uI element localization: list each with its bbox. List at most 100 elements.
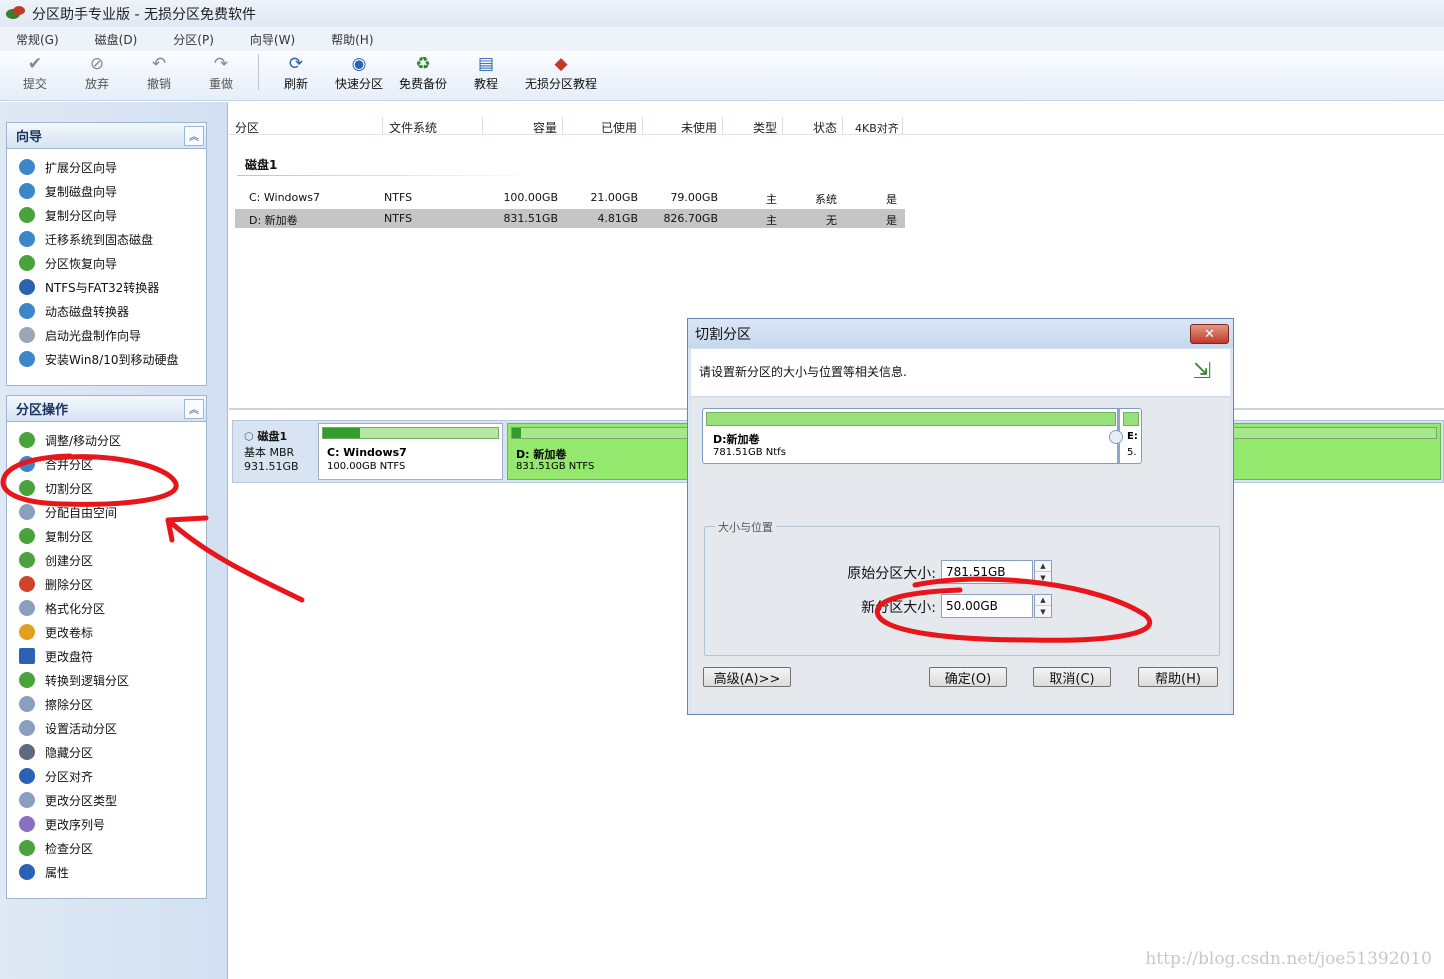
lossless-tutorial-button[interactable]: ◆ 无损分区教程	[525, 54, 597, 92]
close-button[interactable]: ✕	[1190, 324, 1229, 344]
table-row[interactable]: C: Windows7 NTFS 100.00GB 21.00GB 79.00G…	[235, 188, 905, 207]
spin-down-icon[interactable]: ▼	[1035, 572, 1051, 583]
wizard-item[interactable]: 扩展分区向导	[19, 155, 206, 179]
original-size-row: 原始分区大小: ▲ ▼	[705, 560, 1221, 584]
menu-wizard[interactable]: 向导(W)	[240, 31, 305, 48]
menu-partition[interactable]: 分区(P)	[163, 31, 224, 48]
wizard-item[interactable]: 分区恢复向导	[19, 251, 206, 275]
original-size-input[interactable]	[941, 560, 1033, 584]
wizard-box: 向导 ︽ 扩展分区向导 复制磁盘向导 复制分区向导 迁移系统到固态磁盘 分区恢复…	[6, 122, 207, 386]
dialog-disk-map: D:新加卷 781.51GB Ntfs E: 5.	[702, 408, 1142, 464]
col-partition[interactable]: 分区	[235, 119, 259, 136]
col-type[interactable]: 类型	[753, 119, 777, 136]
op-item[interactable]: 复制分区	[19, 524, 206, 548]
check-icon: ✔	[27, 54, 43, 74]
toolbar: ✔ 提交 ⊘ 放弃 ↶ 撤销 ↷ 重做 ⟳ 刷新 ◉ 快速分区 ♻ 免费备份 ▤…	[0, 51, 1444, 101]
dialog-title-bar[interactable]: 切割分区	[688, 319, 1233, 348]
new-size-stepper[interactable]: ▲ ▼	[1034, 594, 1052, 618]
op-item[interactable]: 格式化分区	[19, 596, 206, 620]
wizard-item[interactable]: 复制分区向导	[19, 203, 206, 227]
op-item[interactable]: 分区对齐	[19, 764, 206, 788]
menu-general[interactable]: 常规(G)	[6, 31, 69, 48]
wizard-icon	[19, 183, 35, 199]
op-icon	[19, 504, 35, 520]
wizard-item[interactable]: 动态磁盘转换器	[19, 299, 206, 323]
help-button[interactable]: 帮助(H)	[1138, 667, 1218, 687]
partition-ops-header[interactable]: 分区操作 ︽	[7, 396, 206, 422]
op-item[interactable]: 更改分区类型	[19, 788, 206, 812]
wizard-item[interactable]: 复制磁盘向导	[19, 179, 206, 203]
op-icon	[19, 600, 35, 616]
wizard-list: 扩展分区向导 复制磁盘向导 复制分区向导 迁移系统到固态磁盘 分区恢复向导 NT…	[7, 149, 206, 371]
col-status[interactable]: 状态	[813, 119, 837, 136]
spin-down-icon[interactable]: ▼	[1035, 606, 1051, 617]
backup-icon: ♻	[415, 54, 431, 74]
op-icon	[19, 624, 35, 640]
wizard-icon	[19, 207, 35, 223]
op-item[interactable]: 隐藏分区	[19, 740, 206, 764]
usage-fill	[512, 428, 522, 438]
op-item[interactable]: 调整/移动分区	[19, 428, 206, 452]
discard-button[interactable]: ⊘ 放弃	[74, 54, 120, 92]
op-item[interactable]: 更改盘符	[19, 644, 206, 668]
wizard-box-header[interactable]: 向导 ︽	[7, 123, 206, 149]
table-row-selected[interactable]: D: 新加卷 NTFS 831.51GB 4.81GB 826.70GB 主 无…	[235, 209, 905, 228]
quick-partition-button[interactable]: ◉ 快速分区	[335, 54, 383, 92]
op-item[interactable]: 更改序列号	[19, 812, 206, 836]
disk-map-partition-c[interactable]: C: Windows7 100.00GB NTFS	[318, 423, 503, 480]
op-item[interactable]: 更改卷标	[19, 620, 206, 644]
split-partition-icon: ⇲	[1192, 359, 1212, 384]
op-item[interactable]: 删除分区	[19, 572, 206, 596]
left-panel: 向导 ︽ 扩展分区向导 复制磁盘向导 复制分区向导 迁移系统到固态磁盘 分区恢复…	[0, 102, 228, 979]
spin-up-icon[interactable]: ▲	[1035, 561, 1051, 572]
advanced-button[interactable]: 高级(A)>>	[703, 667, 791, 687]
wizard-item[interactable]: 迁移系统到固态磁盘	[19, 227, 206, 251]
wizard-icon	[19, 279, 35, 295]
op-item[interactable]: 擦除分区	[19, 692, 206, 716]
col-capacity[interactable]: 容量	[533, 119, 557, 136]
ok-button[interactable]: 确定(O)	[929, 667, 1007, 687]
op-icon	[19, 840, 35, 856]
commit-button[interactable]: ✔ 提交	[12, 54, 58, 92]
new-size-input[interactable]	[941, 594, 1033, 618]
op-item[interactable]: 检查分区	[19, 836, 206, 860]
op-item[interactable]: 设置活动分区	[19, 716, 206, 740]
op-item[interactable]: 属性	[19, 860, 206, 884]
resize-handle[interactable]	[1109, 430, 1123, 444]
col-filesystem[interactable]: 文件系统	[389, 119, 437, 136]
op-icon	[19, 816, 35, 832]
menu-help[interactable]: 帮助(H)	[321, 31, 383, 48]
wizard-icon	[19, 303, 35, 319]
col-4k-aligned[interactable]: 4KB对齐	[855, 120, 899, 136]
original-size-stepper[interactable]: ▲ ▼	[1034, 560, 1052, 584]
spin-up-icon[interactable]: ▲	[1035, 595, 1051, 606]
free-backup-button[interactable]: ♻ 免费备份	[399, 54, 447, 92]
cancel-button[interactable]: 取消(C)	[1033, 667, 1111, 687]
wizard-item[interactable]: 安装Win8/10到移动硬盘	[19, 347, 206, 371]
col-used[interactable]: 已使用	[601, 119, 637, 136]
col-free[interactable]: 未使用	[681, 119, 717, 136]
wizard-item[interactable]: 启动光盘制作向导	[19, 323, 206, 347]
tutorial-button[interactable]: ▤ 教程	[463, 54, 509, 92]
app-logo-icon	[6, 5, 26, 22]
refresh-button[interactable]: ⟳ 刷新	[273, 54, 319, 92]
wizard-item[interactable]: NTFS与FAT32转换器	[19, 275, 206, 299]
collapse-icon[interactable]: ︽	[184, 398, 204, 419]
redo-button[interactable]: ↷ 重做	[198, 54, 244, 92]
new-size-row: 新分区大小: ▲ ▼	[705, 594, 1221, 618]
op-item[interactable]: 合并分区	[19, 452, 206, 476]
collapse-icon[interactable]: ︽	[184, 125, 204, 146]
wizard-icon	[19, 327, 35, 343]
op-item[interactable]: 转换到逻辑分区	[19, 668, 206, 692]
op-item[interactable]: 分配自由空间	[19, 500, 206, 524]
op-icon	[19, 648, 35, 664]
disk-info[interactable]: ⬡ 磁盘1 基本 MBR 931.51GB	[236, 424, 314, 479]
new-partition-bar[interactable]	[1123, 412, 1139, 426]
op-item[interactable]: 切割分区	[19, 476, 206, 500]
op-item[interactable]: 创建分区	[19, 548, 206, 572]
size-position-group: 大小与位置 原始分区大小: ▲ ▼ 新分区大小: ▲ ▼	[704, 519, 1221, 656]
partition-bar[interactable]	[706, 412, 1116, 426]
menu-disk[interactable]: 磁盘(D)	[85, 31, 148, 48]
undo-button[interactable]: ↶ 撤销	[136, 54, 182, 92]
split-partition-dialog: 切割分区 ✕ 请设置新分区的大小与位置等相关信息. ⇲ D:新加卷 781.51…	[687, 318, 1234, 715]
